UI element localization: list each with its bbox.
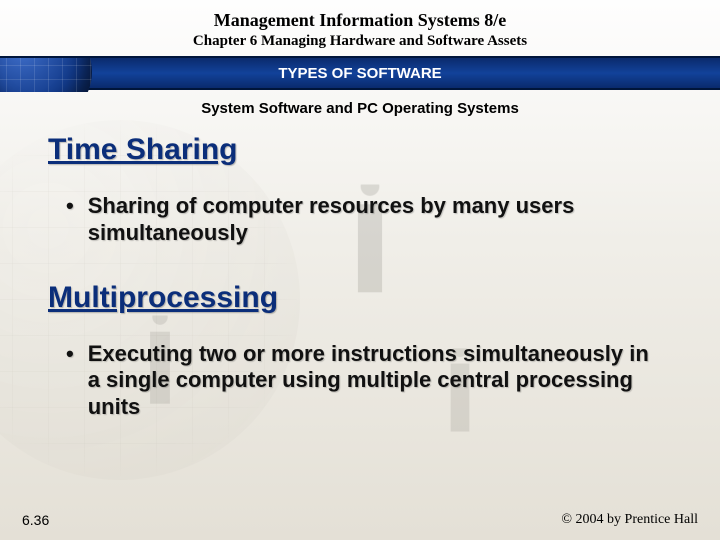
bullet-icon: •: [66, 341, 74, 421]
copyright-text: © 2004 by Prentice Hall: [561, 512, 698, 528]
chapter-title: Chapter 6 Managing Hardware and Software…: [0, 33, 720, 50]
slide-number: 6.36: [22, 512, 49, 528]
topic-heading: Time Sharing: [48, 133, 672, 167]
bullet-icon: •: [66, 193, 74, 247]
section-title: TYPES OF SOFTWARE: [278, 65, 441, 82]
title-band: TYPES OF SOFTWARE: [0, 56, 720, 90]
subsection-title: System Software and PC Operating Systems: [0, 100, 720, 117]
bullet-text: Executing two or more instructions simul…: [88, 341, 654, 421]
header: Management Information Systems 8/e Chapt…: [0, 0, 720, 50]
book-title: Management Information Systems 8/e: [0, 10, 720, 31]
bullet-item: • Executing two or more instructions sim…: [48, 341, 672, 421]
topic-heading: Multiprocessing: [48, 281, 672, 315]
bullet-text: Sharing of computer resources by many us…: [88, 193, 654, 247]
bullet-item: • Sharing of computer resources by many …: [48, 193, 672, 247]
footer: 6.36 © 2004 by Prentice Hall: [0, 512, 720, 528]
slide: Management Information Systems 8/e Chapt…: [0, 0, 720, 540]
content-area: Time Sharing • Sharing of computer resou…: [0, 133, 720, 421]
